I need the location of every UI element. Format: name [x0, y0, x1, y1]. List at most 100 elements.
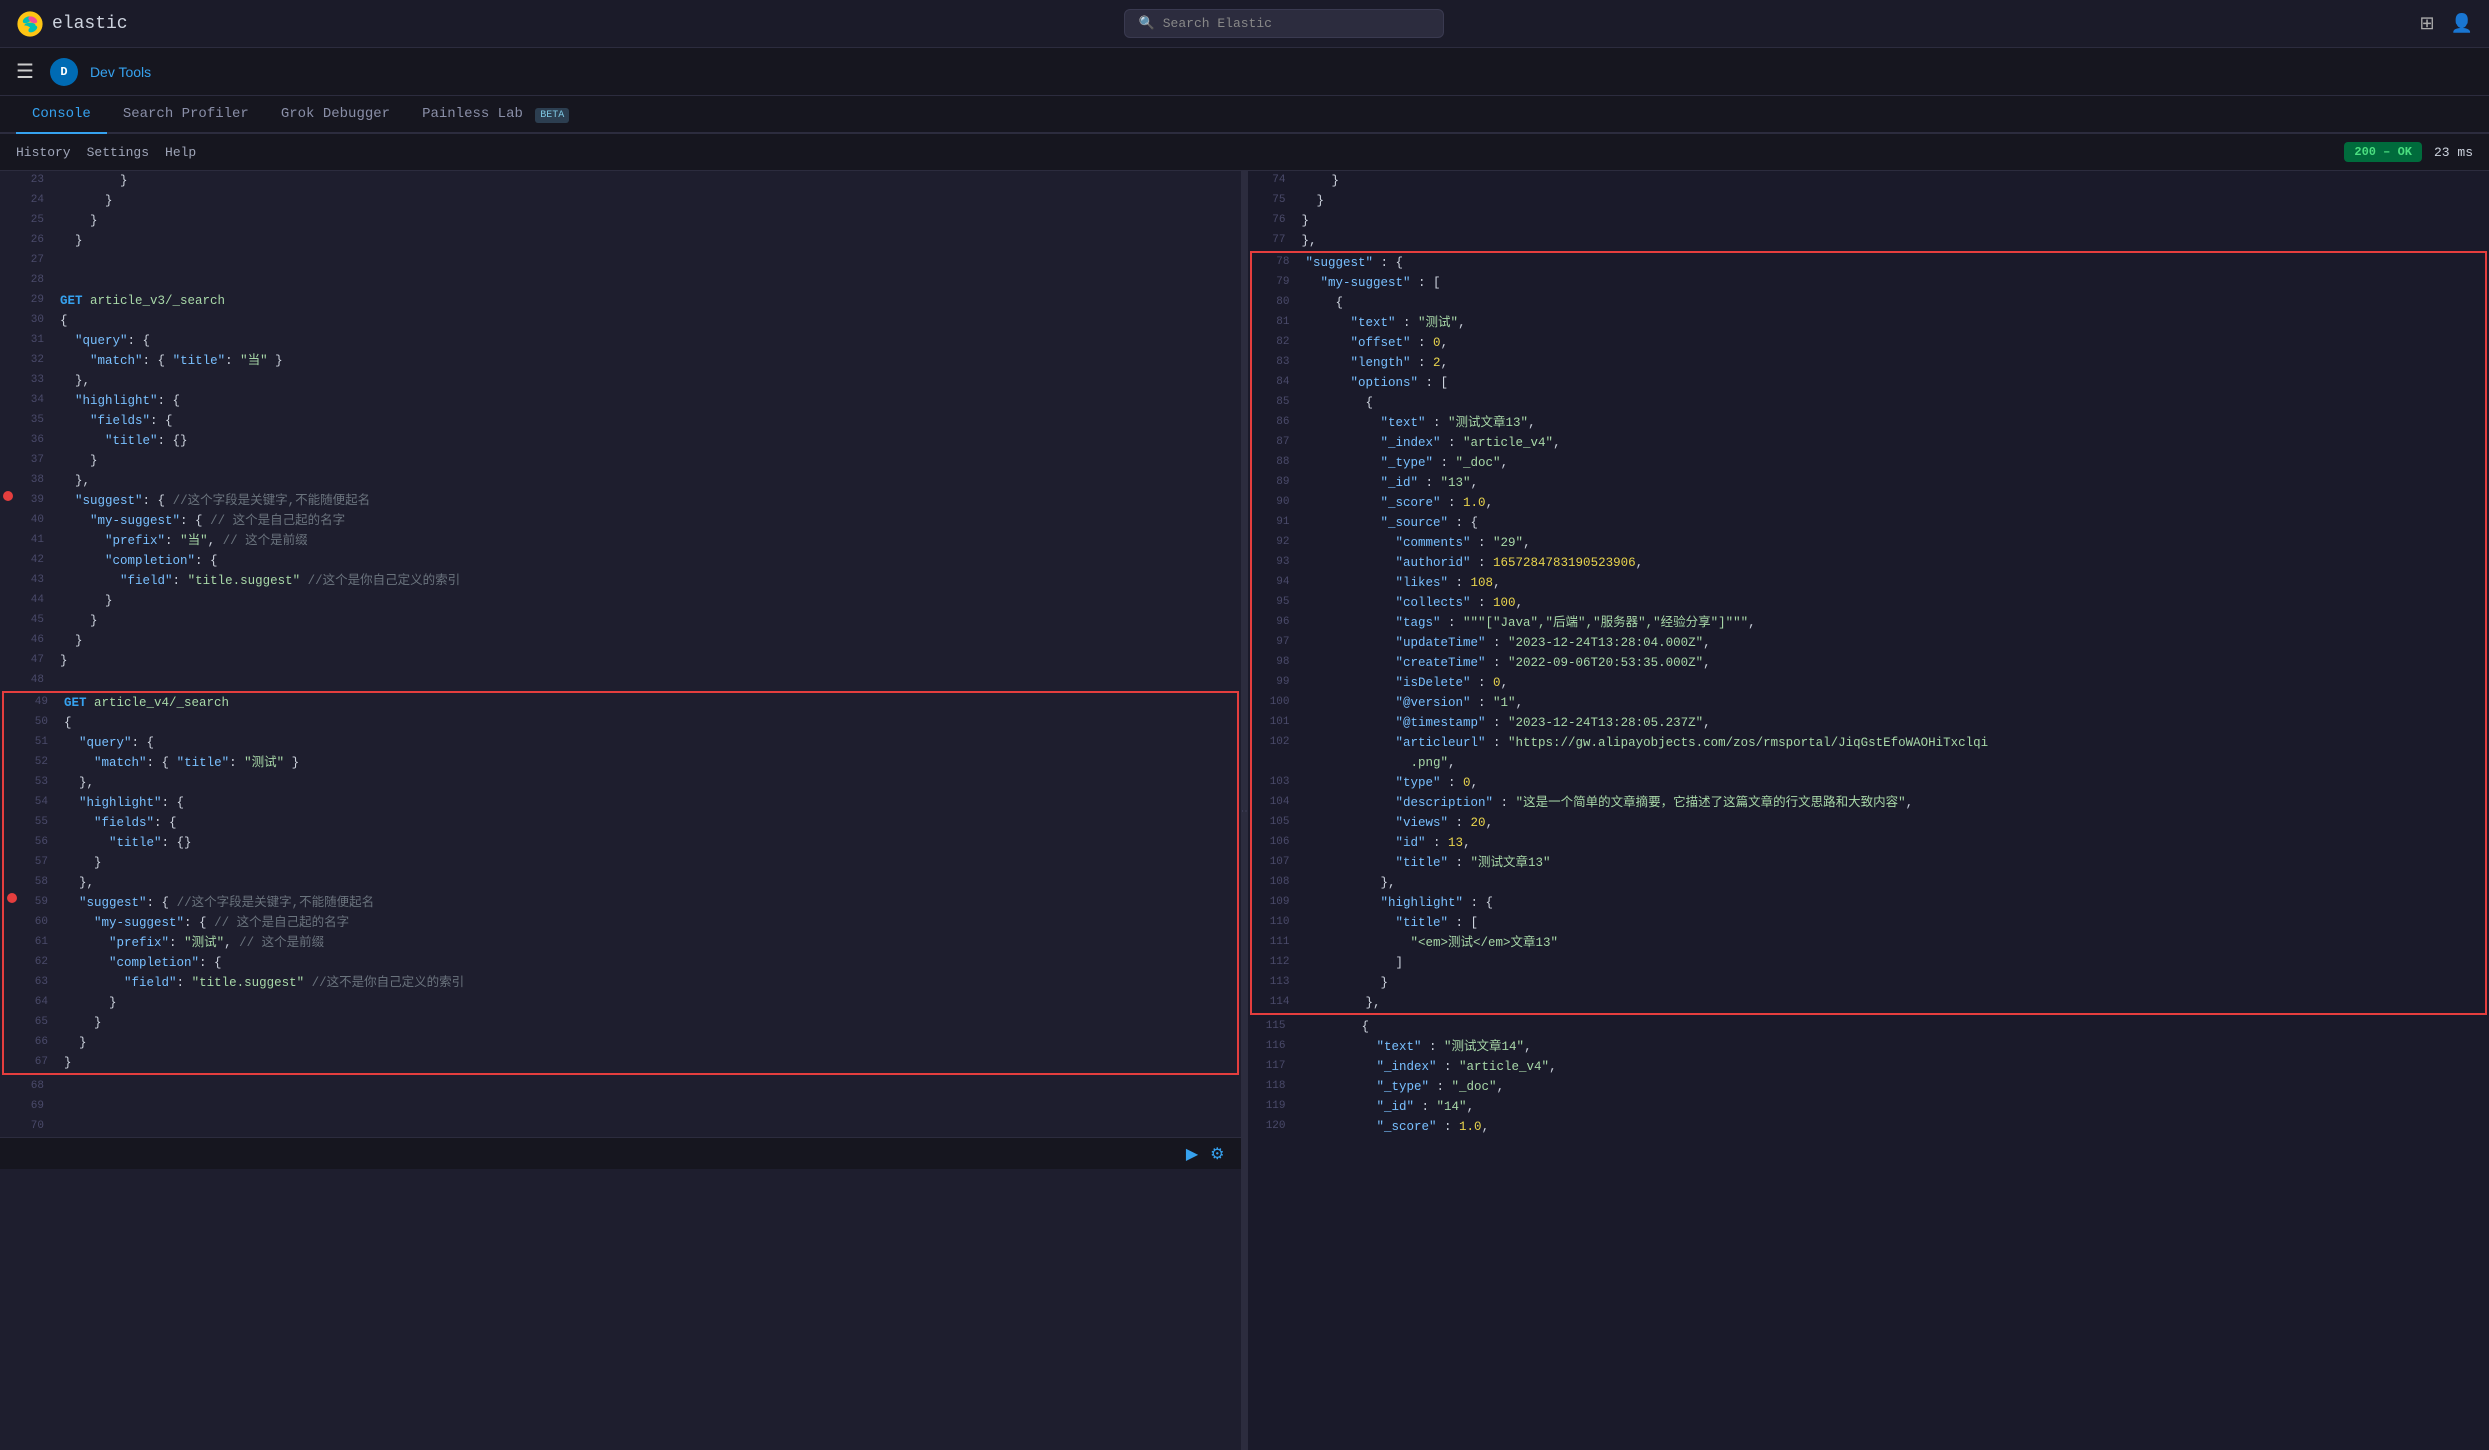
table-row: 53 }, [4, 773, 1237, 793]
table-row: 28 [0, 271, 1241, 291]
top-bar-right: ⊞ 👤 [2419, 13, 2473, 34]
table-row: 62 "completion": { [4, 953, 1237, 973]
table-row: 30 { [0, 311, 1241, 331]
settings-icon[interactable]: ⚙ [1210, 1144, 1224, 1164]
global-search[interactable]: 🔍 Search Elastic [1124, 9, 1444, 38]
table-row: 46 } [0, 631, 1241, 651]
table-row: 74 } [1248, 171, 2489, 191]
table-row: 33 }, [0, 371, 1241, 391]
table-row: 47 } [0, 651, 1241, 671]
beta-badge: BETA [535, 108, 569, 123]
table-row: 92 "comments" : "29", [1252, 533, 2486, 553]
table-row: 36 "title": {} [0, 431, 1241, 451]
table-row: 91 "_source" : { [1252, 513, 2486, 533]
table-row: 35 "fields": { [0, 411, 1241, 431]
table-row: 50 { [4, 713, 1237, 733]
right-editor-panel[interactable]: 74 } 75 } 76 } 77 }, 78 "suggest" : { [1248, 171, 2489, 1450]
sub-nav-right: 200 – OK 23 ms [2344, 142, 2473, 162]
table-row: 100 "@version" : "1", [1252, 693, 2486, 713]
table-row: 48 [0, 671, 1241, 691]
table-row: 102 "articleurl" : "https://gw.alipayobj… [1252, 733, 2486, 753]
secondary-nav: ☰ D Dev Tools [0, 48, 2489, 96]
search-placeholder: Search Elastic [1163, 16, 1272, 31]
user-icon[interactable]: 👤 [2451, 13, 2473, 34]
response-time: 23 ms [2434, 145, 2473, 160]
tab-bar: Console Search Profiler Grok Debugger Pa… [0, 96, 2489, 134]
table-row: 44 } [0, 591, 1241, 611]
table-row: 54 "highlight": { [4, 793, 1237, 813]
table-row: 23 } [0, 171, 1241, 191]
table-row: 120 "_score" : 1.0, [1248, 1117, 2489, 1137]
table-row: 69 [0, 1097, 1241, 1117]
table-row: 38 }, [0, 471, 1241, 491]
table-row: 75 } [1248, 191, 2489, 211]
table-row: 56 "title": {} [4, 833, 1237, 853]
table-row: 45 } [0, 611, 1241, 631]
table-row: 108 }, [1252, 873, 2486, 893]
table-row: 64 } [4, 993, 1237, 1013]
left-code-area: 23 } 24 } 25 } 26 } 27 [0, 171, 1241, 1137]
table-row: 84 "options" : [ [1252, 373, 2486, 393]
table-row: 95 "collects" : 100, [1252, 593, 2486, 613]
table-row: 85 { [1252, 393, 2486, 413]
table-row: 42 "completion": { [0, 551, 1241, 571]
table-row: 83 "length" : 2, [1252, 353, 2486, 373]
table-row: 96 "tags" : """["Java","后端","服务器","经验分享"… [1252, 613, 2486, 633]
error-dot [7, 893, 17, 903]
search-icon: 🔍 [1139, 16, 1155, 31]
table-row: 104 "description" : "这是一个简单的文章摘要，它描述了这篇文… [1252, 793, 2486, 813]
table-row: 106 "id" : 13, [1252, 833, 2486, 853]
search-bar-container: 🔍 Search Elastic [148, 9, 2420, 38]
table-row: 58 }, [4, 873, 1237, 893]
table-row: 65 } [4, 1013, 1237, 1033]
table-row: 34 "highlight": { [0, 391, 1241, 411]
grid-icon[interactable]: ⊞ [2419, 13, 2434, 34]
table-row: 97 "updateTime" : "2023-12-24T13:28:04.0… [1252, 633, 2486, 653]
elastic-logo: elastic [16, 10, 128, 38]
table-row: 88 "_type" : "_doc", [1252, 453, 2486, 473]
table-row: 27 [0, 251, 1241, 271]
elastic-text: elastic [52, 14, 128, 34]
table-row: 110 "title" : [ [1252, 913, 2486, 933]
tab-painless-lab[interactable]: Painless Lab BETA [406, 96, 585, 134]
table-row: 40 "my-suggest": { // 这个是自己起的名字 [0, 511, 1241, 531]
table-row: 59 "suggest": { //这个字段是关键字,不能随便起名 [4, 893, 1237, 913]
table-row: 41 "prefix": "当", // 这个是前缀 [0, 531, 1241, 551]
subnav-help[interactable]: Help [165, 145, 196, 160]
error-dot [3, 491, 13, 501]
highlighted-block: 49 GET article_v4/_search 50 { 51 "query… [2, 691, 1239, 1075]
table-row: 39 "suggest": { //这个字段是关键字,不能随便起名 [0, 491, 1241, 511]
table-row: 31 "query": { [0, 331, 1241, 351]
table-row: 115 { [1248, 1017, 2489, 1037]
left-panel-toolbar: ▶ ⚙ [0, 1137, 1241, 1169]
subnav-history[interactable]: History [16, 145, 71, 160]
table-row: 118 "_type" : "_doc", [1248, 1077, 2489, 1097]
table-row: 87 "_index" : "article_v4", [1252, 433, 2486, 453]
right-highlighted-block: 78 "suggest" : { 79 "my-suggest" : [ 80 … [1250, 251, 2488, 1015]
table-row: 24 } [0, 191, 1241, 211]
table-row: 52 "match": { "title": "测试" } [4, 753, 1237, 773]
table-row: 109 "highlight" : { [1252, 893, 2486, 913]
table-row: 61 "prefix": "测试", // 这个是前缀 [4, 933, 1237, 953]
table-row: 57 } [4, 853, 1237, 873]
sub-nav: History Settings Help 200 – OK 23 ms [0, 134, 2489, 171]
table-row: 26 } [0, 231, 1241, 251]
tab-search-profiler[interactable]: Search Profiler [107, 96, 265, 134]
hamburger-button[interactable]: ☰ [16, 59, 34, 84]
subnav-settings[interactable]: Settings [87, 145, 149, 160]
tab-grok-debugger[interactable]: Grok Debugger [265, 96, 406, 134]
top-bar: elastic 🔍 Search Elastic ⊞ 👤 [0, 0, 2489, 48]
tab-console[interactable]: Console [16, 96, 107, 134]
right-code-area: 74 } 75 } 76 } 77 }, 78 "suggest" : { [1248, 171, 2489, 1137]
left-editor-panel[interactable]: 23 } 24 } 25 } 26 } 27 [0, 171, 1242, 1450]
play-button[interactable]: ▶ [1186, 1144, 1198, 1164]
table-row: 116 "text" : "测试文章14", [1248, 1037, 2489, 1057]
table-row: 55 "fields": { [4, 813, 1237, 833]
table-row: 111 "<em>测试</em>文章13" [1252, 933, 2486, 953]
table-row: 29 GET article_v3/_search [0, 291, 1241, 311]
table-row: 86 "text" : "测试文章13", [1252, 413, 2486, 433]
table-row: 49 GET article_v4/_search [4, 693, 1237, 713]
table-row: 113 } [1252, 973, 2486, 993]
dev-tools-button[interactable]: Dev Tools [90, 64, 151, 80]
table-row: 60 "my-suggest": { // 这个是自己起的名字 [4, 913, 1237, 933]
